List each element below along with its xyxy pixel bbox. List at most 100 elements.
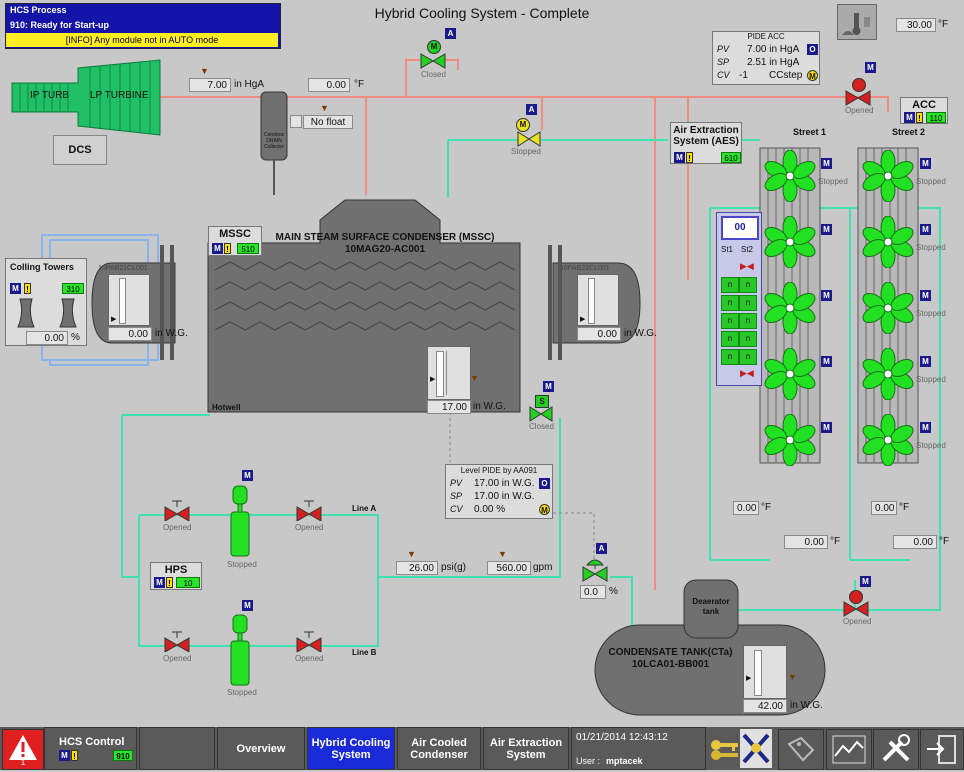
cooling-towers-box[interactable]: Colling Towers M ! 310 0.00 % <box>5 258 87 346</box>
weather-icon[interactable] <box>837 4 877 40</box>
ct-valve-mode-tag: M <box>860 576 871 587</box>
alarm-button[interactable]: 1 <box>2 729 44 770</box>
aes-valve-mode-tag: A <box>526 104 537 115</box>
street-2-label: Street 2 <box>892 127 926 137</box>
fan-2-1[interactable] <box>860 149 916 205</box>
line-b-outlet-valve-state: Opened <box>295 654 324 663</box>
trend-icon[interactable] <box>826 729 872 770</box>
top-valve-mode-tag: A <box>445 28 456 39</box>
line-b-outlet-valve[interactable] <box>296 630 322 655</box>
st1-label: St1 <box>721 245 734 254</box>
nav-overview[interactable]: Overview <box>217 727 305 770</box>
level-pide-panel[interactable]: Level PIDE by AA091 PV 17.00 in W.G. O S… <box>445 464 553 519</box>
key-icon[interactable] <box>708 729 740 768</box>
line-b-inlet-valve[interactable] <box>164 630 190 655</box>
mssc-box[interactable]: MSSC M ! 510 <box>208 226 262 256</box>
hps-box[interactable]: HPS M ! 10 <box>150 562 202 590</box>
street-1-temp: 0.00 <box>733 501 759 515</box>
pump-a-state: Stopped <box>227 560 257 569</box>
pump-a-tag: M <box>242 470 253 481</box>
pide-acc-cv-unit: CCstep <box>769 70 803 81</box>
st-cell: n <box>721 331 739 347</box>
street-status-panel[interactable]: 00 St1 St2 ▶◀ ▶◀ n n n n n n n n n n <box>716 212 762 386</box>
left-level-gauge: ▶ <box>108 274 150 326</box>
line-a-inlet-valve[interactable] <box>164 499 190 524</box>
user-label: User : <box>576 756 601 766</box>
exit-icon[interactable] <box>920 729 964 770</box>
street-1-label: Street 1 <box>793 127 827 137</box>
acc-box-count: 110 <box>926 112 946 123</box>
dcs-button[interactable]: DCS <box>53 135 107 165</box>
left-gauge-id: 10PAB21CL001 <box>98 265 148 272</box>
fan-1-4[interactable] <box>762 347 818 403</box>
left-gauge-unit: in W.G. <box>155 328 188 339</box>
datetime: 01/21/2014 12:43:12 <box>576 732 668 743</box>
fan-2-5-state: Stopped <box>916 441 946 450</box>
control-valve[interactable] <box>581 557 609 583</box>
right-gauge-value: 0.00 <box>577 327 621 341</box>
nav-hybrid-cooling-system[interactable]: Hybrid Cooling System <box>307 727 395 770</box>
level-pide-sp-label: SP <box>450 491 463 501</box>
line-a-label: Line A <box>352 504 377 513</box>
ct-valve-state: Opened <box>843 617 872 626</box>
cooling-tower-icon <box>17 298 77 328</box>
tag-icon[interactable] <box>778 729 824 770</box>
fan-2-5[interactable] <box>860 413 916 469</box>
user-name: mptacek <box>606 756 643 766</box>
aes-valve[interactable] <box>517 131 541 147</box>
condensate-level-alarm-icon: ▼ <box>788 672 797 682</box>
logout-key-icon[interactable] <box>740 729 772 768</box>
pump-b[interactable] <box>229 613 251 690</box>
mssc-box-title: MSSC <box>219 228 251 240</box>
aes-box[interactable]: Air Extraction System (AES) M ! 610 <box>670 122 742 164</box>
tools-icon[interactable] <box>873 729 919 770</box>
acc-valve[interactable] <box>845 90 871 106</box>
pressure-alarm-icon: ▼ <box>407 549 416 559</box>
aes-valve-motor-icon: M <box>516 118 530 132</box>
acc-valve-mode-tag: M <box>865 62 876 73</box>
aes-box-title: Air Extraction System (AES) <box>673 125 739 147</box>
line-a-outlet-valve-state: Opened <box>295 523 324 532</box>
s-valve[interactable] <box>529 406 553 422</box>
acc-box[interactable]: ACC M ! 110 <box>900 97 948 124</box>
fan-1-5[interactable] <box>762 413 818 469</box>
fan-2-1-state: Stopped <box>916 177 946 186</box>
fan-2-2[interactable] <box>860 215 916 271</box>
nav-blank-button[interactable] <box>139 727 215 770</box>
fan-1-1[interactable] <box>762 149 818 205</box>
pide-acc-pv-label: PV <box>717 44 730 54</box>
fan-1-2[interactable] <box>762 215 818 271</box>
ct-valve[interactable] <box>843 601 869 617</box>
pide-acc-out-tag: O <box>807 44 818 55</box>
steam-pressure-alarm-icon: ▼ <box>200 66 209 76</box>
mssc-box-count: 510 <box>237 243 259 254</box>
control-valve-unit: % <box>609 586 618 597</box>
street-2-outlet-temp-unit: °F <box>939 536 950 547</box>
street-1-outlet-temp-unit: °F <box>830 536 841 547</box>
pide-acc-sp-label: SP <box>717 57 730 67</box>
fan-2-3[interactable] <box>860 281 916 337</box>
top-valve[interactable] <box>420 53 446 69</box>
street-1-temp-unit: °F <box>761 502 772 513</box>
deaerator-label: Deaerator tank <box>692 597 730 616</box>
pump-a[interactable] <box>229 484 251 561</box>
nav-air-extraction-system[interactable]: Air Extraction System <box>483 727 569 770</box>
top-valve-motor-icon: M <box>427 40 441 54</box>
hcs-control-count: 910 <box>113 749 133 761</box>
pide-acc-panel[interactable]: PIDE ACC PV 7.00 in HgA O SP 2.51 in HgA… <box>712 31 820 85</box>
float-status: No float <box>303 115 353 129</box>
fan-2-4[interactable] <box>860 347 916 403</box>
cooling-towers-tag: M <box>10 283 21 294</box>
hcs-control-button[interactable]: HCS Control M ! 910 <box>44 727 137 770</box>
right-gauge-id: 10PAB22CL001 <box>560 265 610 272</box>
fan-1-3[interactable] <box>762 281 818 337</box>
condensate-level: 42.00 <box>743 699 787 713</box>
hotwell-level-alarm-icon: ▼ <box>470 373 479 383</box>
line-a-outlet-valve[interactable] <box>296 499 322 524</box>
pide-acc-title: PIDE ACC <box>747 32 785 41</box>
s-valve-state: Closed <box>529 422 554 431</box>
fan-2-5-tag: M <box>920 422 931 433</box>
nav-air-cooled-condenser[interactable]: Air Cooled Condenser <box>397 727 481 770</box>
st2-valve-icon: ▶◀ <box>740 261 754 271</box>
float-alarm-icon: ▼ <box>320 103 329 113</box>
